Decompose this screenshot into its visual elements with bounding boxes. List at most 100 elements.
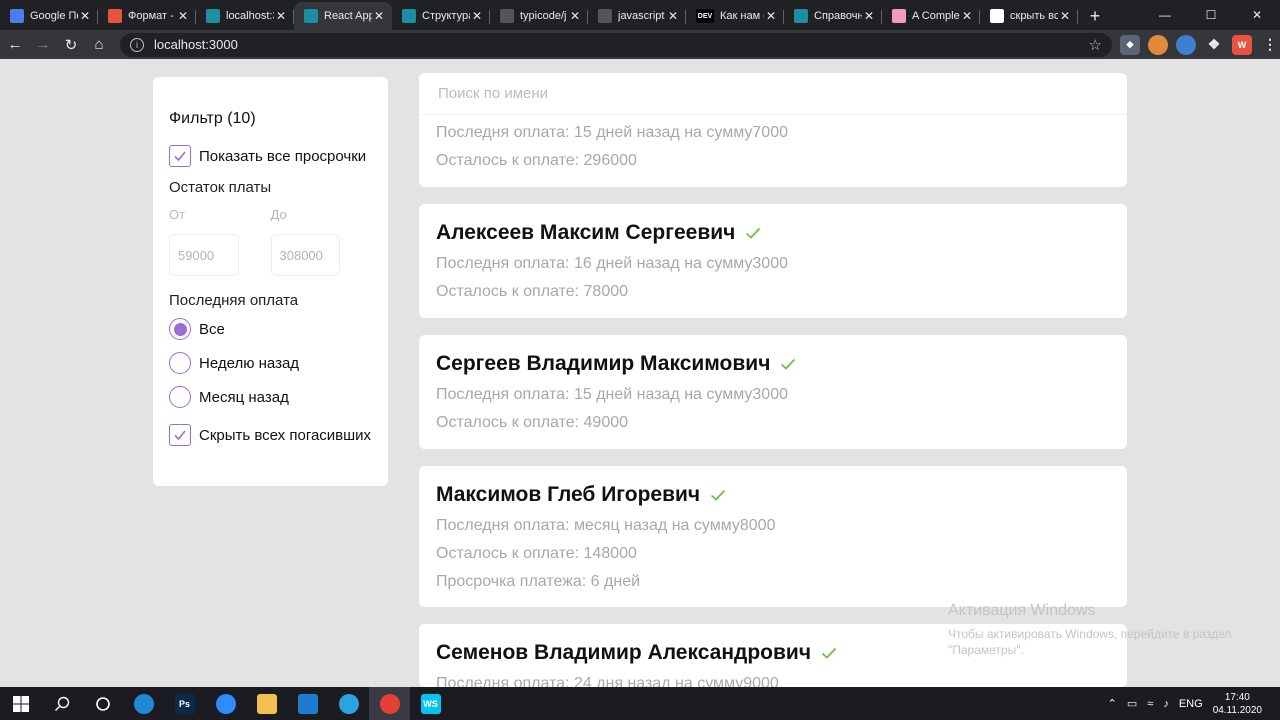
window-controls: — ☐ ✕ xyxy=(1142,0,1280,30)
browser-tab[interactable]: Структура ✕ xyxy=(392,2,490,30)
volume-icon[interactable]: ♪ xyxy=(1163,698,1169,710)
search-button[interactable] xyxy=(41,687,82,720)
balance-label: Остаток платы xyxy=(169,179,272,196)
tray-chevron-icon[interactable]: ⌃ xyxy=(1108,697,1117,710)
extension-icon[interactable] xyxy=(1148,34,1168,55)
tab-title: A Comple xyxy=(912,10,960,22)
system-tray: ⌃ ▭ ≈ ♪ ENG 17:40 04.11.2020 xyxy=(1108,687,1280,720)
figma-icon xyxy=(461,693,482,714)
close-window-button[interactable]: ✕ xyxy=(1234,0,1280,30)
taskbar-app[interactable] xyxy=(123,687,164,720)
tab-close-icon[interactable]: ✕ xyxy=(568,9,582,23)
extension-icon-3[interactable]: W xyxy=(1232,34,1252,55)
taskbar-app[interactable]: Ps xyxy=(164,687,205,720)
maximize-button[interactable]: ☐ xyxy=(1188,0,1234,30)
tab-close-icon[interactable]: ✕ xyxy=(666,9,680,23)
debtor-name-row: Сергеев Владимир Максимович xyxy=(436,351,1110,377)
show-overdue-checkbox-row[interactable]: Показать все просрочки xyxy=(169,144,372,168)
tab-title: Как нам с xyxy=(720,10,764,22)
taskbar-app[interactable] xyxy=(246,687,287,720)
browser-tab[interactable]: Справочн ✕ xyxy=(784,2,882,30)
last-payment-label: Последняя оплата xyxy=(169,292,299,309)
clock[interactable]: 17:40 04.11.2020 xyxy=(1213,691,1262,717)
search-input[interactable]: Поиск по имени xyxy=(419,73,1127,115)
debtor-card[interactable]: Сергеев Владимир Максимович Последня опл… xyxy=(419,335,1127,449)
debtor-name: Семенов Владимир Александрович xyxy=(436,641,812,664)
taskbar-app[interactable] xyxy=(287,687,328,720)
taskbar-app[interactable]: WS xyxy=(410,687,451,720)
balance-to-input[interactable]: 308000 xyxy=(270,234,340,276)
back-button[interactable]: ← xyxy=(2,32,28,58)
address-bar[interactable]: i localhost:3000 ☆ xyxy=(120,32,1112,57)
radio-button[interactable] xyxy=(169,318,191,340)
tab-close-icon[interactable]: ✕ xyxy=(470,9,484,23)
browser-tab[interactable]: Формат - : ✕ xyxy=(98,2,196,30)
tab-title: скрыть вс xyxy=(1010,10,1058,22)
browser-tab[interactable]: Google По ✕ xyxy=(0,2,98,30)
new-tab-button[interactable]: + xyxy=(1082,2,1108,30)
radio-option-all[interactable]: Все xyxy=(169,317,372,341)
card-balance-line: Осталось к оплате: 49000 xyxy=(436,414,629,431)
tab-close-icon[interactable]: ✕ xyxy=(274,9,288,23)
browser-tab[interactable]: A Comple ✕ xyxy=(882,2,980,30)
debtor-card[interactable]: Алексеев Максим Сергеевич Последня оплат… xyxy=(419,204,1127,318)
minimize-button[interactable]: — xyxy=(1142,0,1188,30)
show-overdue-checkbox[interactable] xyxy=(169,145,191,167)
balance-from-input[interactable]: 59000 xyxy=(169,234,239,276)
start-button[interactable] xyxy=(0,687,41,720)
debtor-card[interactable]: Максимов Глеб Игоревич Последня оплата: … xyxy=(419,466,1127,607)
browser-menu-icon[interactable]: ⋮ xyxy=(1260,34,1280,55)
radio-option-week[interactable]: Неделю назад xyxy=(169,351,372,375)
tab-close-icon[interactable]: ✕ xyxy=(764,9,778,23)
shield-extension-icon[interactable]: ◆ xyxy=(1120,34,1140,55)
paid-check-icon xyxy=(711,489,726,501)
debtor-name-row: Алексеев Максим Сергеевич xyxy=(436,220,1110,246)
forward-button[interactable]: → xyxy=(30,32,56,58)
browser-tab[interactable]: typicode/j ✕ xyxy=(490,2,588,30)
taskbar-app[interactable] xyxy=(328,687,369,720)
tab-close-icon[interactable]: ✕ xyxy=(176,9,190,23)
tab-title: Справочн xyxy=(814,10,862,22)
browser-tab[interactable]: React App ✕ xyxy=(294,2,392,30)
language-indicator[interactable]: ENG xyxy=(1179,698,1203,710)
search-card: Поиск по имени Последня оплата: 15 дней … xyxy=(419,73,1127,187)
taskbar-app[interactable] xyxy=(369,687,410,720)
card-balance-line: Осталось к оплате: 148000 xyxy=(436,545,637,562)
browser-toolbar: ← → ↻ ⌂ i localhost:3000 ☆ ◆ ❖ W ⋮ xyxy=(0,30,1280,59)
bookmark-star-icon[interactable]: ☆ xyxy=(1089,36,1102,54)
site-info-icon[interactable]: i xyxy=(130,37,144,52)
card-payment-line: Последня оплата: 15 дней назад на сумму3… xyxy=(436,386,788,403)
task-view-button[interactable] xyxy=(82,687,123,720)
taskbar-app[interactable] xyxy=(451,687,492,720)
debtor-name: Сергеев Владимир Максимович xyxy=(436,352,771,375)
card-payment-line: Последня оплата: 16 дней назад на сумму3… xyxy=(436,255,788,272)
from-label: От xyxy=(169,207,186,222)
tab-close-icon[interactable]: ✕ xyxy=(1058,9,1072,23)
browser-tab[interactable]: javascript ✕ xyxy=(588,2,686,30)
tab-close-icon[interactable]: ✕ xyxy=(78,9,92,23)
browser-tab[interactable]: localhost:3 ✕ xyxy=(196,2,294,30)
radio-button[interactable] xyxy=(169,386,191,408)
tab-close-icon[interactable]: ✕ xyxy=(372,9,386,23)
activation-title: Активация Windows xyxy=(948,602,1096,619)
tab-close-icon[interactable]: ✕ xyxy=(862,9,876,23)
tab-close-icon[interactable]: ✕ xyxy=(960,9,974,23)
radio-button[interactable] xyxy=(169,352,191,374)
radio-option-month[interactable]: Месяц назад xyxy=(169,385,372,409)
puzzle-extensions-icon[interactable]: ❖ xyxy=(1204,34,1224,55)
hide-paid-label: Скрыть всех погасивших xyxy=(199,426,372,444)
browser-tab[interactable]: DEV Как нам с ✕ xyxy=(686,2,784,30)
hide-paid-checkbox-row[interactable]: Скрыть всех погасивших xyxy=(169,423,372,447)
battery-icon[interactable]: ▭ xyxy=(1127,697,1137,710)
paid-check-icon xyxy=(821,647,837,659)
extension-icon-2[interactable] xyxy=(1176,34,1196,55)
home-button[interactable]: ⌂ xyxy=(86,32,112,58)
card-payment-line: Последня оплата: месяц назад на сумму800… xyxy=(436,517,776,534)
reload-button[interactable]: ↻ xyxy=(58,32,84,58)
tab-favicon-icon xyxy=(304,9,318,23)
radio-label: Все xyxy=(199,320,225,338)
wifi-icon[interactable]: ≈ xyxy=(1147,698,1153,710)
browser-tab[interactable]: скрыть вс ✕ xyxy=(980,2,1078,30)
taskbar-app[interactable] xyxy=(205,687,246,720)
hide-paid-checkbox[interactable] xyxy=(169,424,191,446)
